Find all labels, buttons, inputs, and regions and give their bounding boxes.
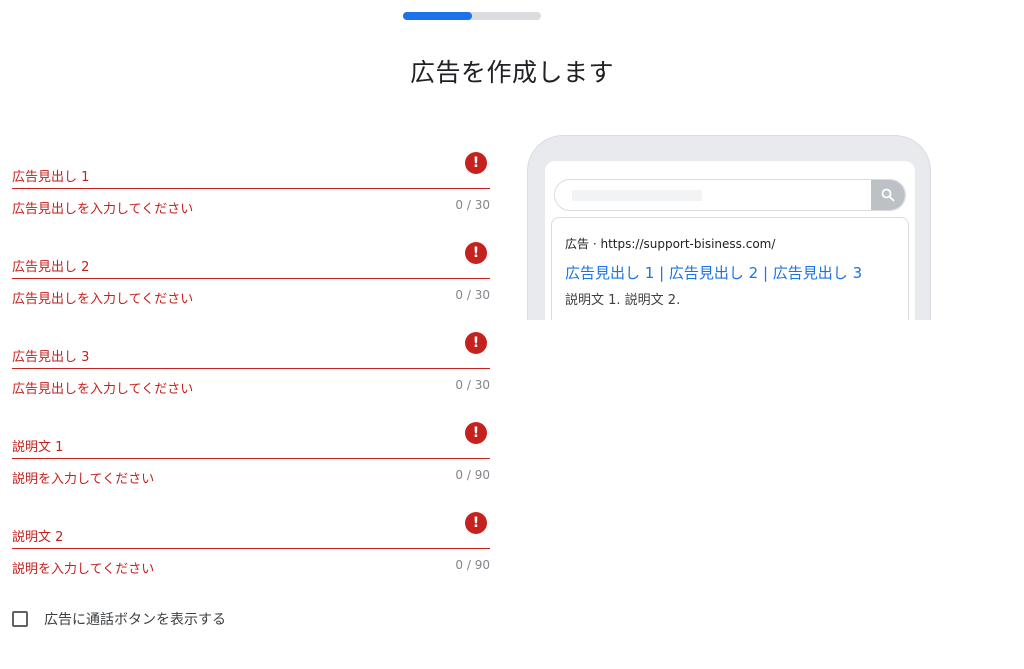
error-icon: ! <box>465 152 487 174</box>
headline-1-error-message: 広告見出しを入力してください <box>12 202 194 217</box>
preview-ad-description: 説明文 1. 説明文 2. <box>565 293 681 308</box>
preview-ad-headline: 広告見出し 1 | 広告見出し 2 | 広告見出し 3 <box>565 264 863 282</box>
headline-1-char-counter: 0 / 30 <box>455 198 490 212</box>
headline-2-error-message: 広告見出しを入力してください <box>12 292 194 307</box>
preview-ad-separator: · <box>589 237 601 251</box>
headline-3-field[interactable]: 広告見出し 3 ! 広告見出しを入力してください 0 / 30 <box>12 332 490 397</box>
headline-2-char-counter: 0 / 30 <box>455 288 490 302</box>
call-button-checkbox-label: 広告に通話ボタンを表示する <box>44 612 226 628</box>
description-1-label: 説明文 1 <box>12 440 64 455</box>
progress-bar-fill <box>403 12 472 20</box>
preview-ad-meta: 広告 · https://support-bisiness.com/ <box>565 235 775 252</box>
progress-bar <box>403 12 541 20</box>
headline-3-char-counter: 0 / 30 <box>455 378 490 392</box>
headline-1-field[interactable]: 広告見出し 1 ! 広告見出しを入力してください 0 / 30 <box>12 152 490 217</box>
error-icon: ! <box>465 512 487 534</box>
preview-search-button <box>871 180 905 210</box>
call-button-checkbox[interactable] <box>12 611 28 627</box>
headline-2-label: 広告見出し 2 <box>12 260 90 275</box>
page-title: 広告を作成します <box>409 58 614 87</box>
error-icon: ! <box>465 332 487 354</box>
headline-3-label: 広告見出し 3 <box>12 350 90 365</box>
headline-3-underline <box>12 368 490 369</box>
headline-3-error-message: 広告見出しを入力してください <box>12 382 194 397</box>
description-2-char-counter: 0 / 90 <box>455 558 490 572</box>
headline-2-underline <box>12 278 490 279</box>
ad-preview-phone: 広告 · https://support-bisiness.com/ 広告見出し… <box>527 135 931 320</box>
description-1-underline <box>12 458 490 459</box>
call-button-checkbox-row[interactable]: 広告に通話ボタンを表示する <box>12 609 226 629</box>
description-2-label: 説明文 2 <box>12 530 64 545</box>
description-1-char-counter: 0 / 90 <box>455 468 490 482</box>
preview-search-bar <box>554 179 906 211</box>
description-2-field[interactable]: 説明文 2 ! 説明を入力してください 0 / 90 <box>12 512 490 577</box>
preview-ad-card: 広告 · https://support-bisiness.com/ 広告見出し… <box>551 217 909 320</box>
headline-2-field[interactable]: 広告見出し 2 ! 広告見出しを入力してください 0 / 30 <box>12 242 490 307</box>
headline-1-label: 広告見出し 1 <box>12 170 90 185</box>
error-icon: ! <box>465 422 487 444</box>
error-icon: ! <box>465 242 487 264</box>
description-2-underline <box>12 548 490 549</box>
preview-ad-label: 広告 <box>565 237 590 251</box>
ad-preview-screen: 広告 · https://support-bisiness.com/ 広告見出し… <box>545 161 915 320</box>
description-1-field[interactable]: 説明文 1 ! 説明を入力してください 0 / 90 <box>12 422 490 487</box>
description-1-error-message: 説明を入力してください <box>12 472 155 487</box>
search-icon <box>881 188 895 202</box>
description-2-error-message: 説明を入力してください <box>12 562 155 577</box>
create-ad-page: 広告を作成します 広告見出し 1 ! 広告見出しを入力してください 0 / 30… <box>0 0 1024 669</box>
headline-1-underline <box>12 188 490 189</box>
preview-ad-url: https://support-bisiness.com/ <box>600 237 776 251</box>
preview-search-placeholder <box>572 190 702 201</box>
